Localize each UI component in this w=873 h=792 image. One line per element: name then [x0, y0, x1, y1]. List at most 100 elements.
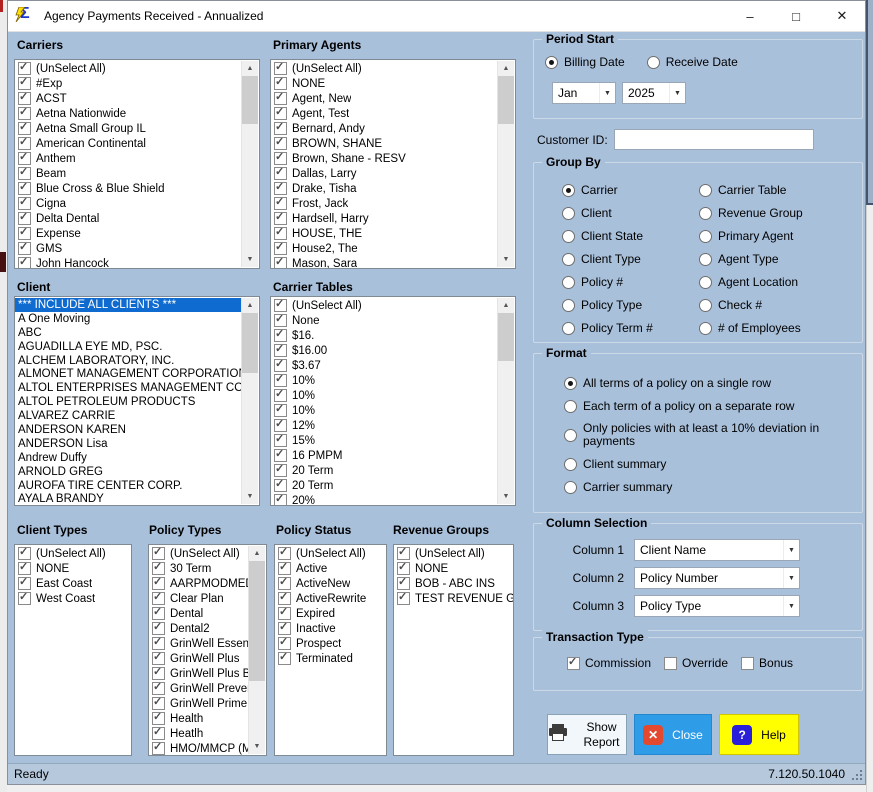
- checklist-item[interactable]: ✓Active: [275, 561, 386, 576]
- checkbox-icon[interactable]: ✓: [278, 577, 291, 590]
- checkbox-icon[interactable]: ✓: [278, 562, 291, 575]
- scrollbar-thumb[interactable]: [498, 76, 514, 124]
- checkbox-icon[interactable]: ✓: [274, 419, 287, 432]
- radio-icon[interactable]: [564, 377, 577, 390]
- checkbox-icon[interactable]: ✓: [278, 622, 291, 635]
- checklist-item[interactable]: ✓ActiveNew: [275, 576, 386, 591]
- radio-icon[interactable]: [562, 299, 575, 312]
- checklist-item[interactable]: ✓GrinWell Plus Bas: [149, 666, 248, 681]
- policy-status-list[interactable]: ✓(UnSelect All)✓Active✓ActiveNew✓ActiveR…: [274, 544, 387, 756]
- title-bar[interactable]: Σ Agency Payments Received - Annualized …: [8, 1, 865, 32]
- checklist-item[interactable]: ✓#Exp: [15, 76, 241, 91]
- list-item[interactable]: AYALA BRANDY: [15, 492, 241, 506]
- checklist-item[interactable]: ✓Anthem: [15, 151, 241, 166]
- checkbox-icon[interactable]: ✓: [741, 657, 754, 670]
- checklist-item[interactable]: ✓Delta Dental: [15, 211, 241, 226]
- checklist-item[interactable]: ✓HMO/MMCP (Me: [149, 741, 248, 756]
- maximize-button[interactable]: □: [773, 1, 819, 31]
- checkbox-icon[interactable]: ✓: [152, 547, 165, 560]
- checklist-item[interactable]: ✓Dental: [149, 606, 248, 621]
- checklist-item[interactable]: ✓(UnSelect All): [149, 546, 248, 561]
- checklist-item[interactable]: ✓Agent, New: [271, 91, 497, 106]
- checklist-item[interactable]: ✓GMS: [15, 241, 241, 256]
- checklist-item[interactable]: ✓HOUSE, THE: [271, 226, 497, 241]
- list-item[interactable]: ALMONET MANAGEMENT CORPORATION: [15, 367, 241, 381]
- checklist-item[interactable]: ✓20 Term: [271, 463, 497, 478]
- scroll-down-icon[interactable]: ▼: [498, 252, 514, 267]
- radio-option[interactable]: Billing Date: [545, 55, 625, 69]
- checkbox-icon[interactable]: ✓: [274, 329, 287, 342]
- checkbox-option[interactable]: ✓Commission: [567, 656, 651, 670]
- radio-option[interactable]: Policy Type: [562, 298, 653, 312]
- checkbox-icon[interactable]: ✓: [274, 359, 287, 372]
- radio-option[interactable]: Policy #: [562, 275, 653, 289]
- checkbox-icon[interactable]: ✓: [18, 562, 31, 575]
- checkbox-icon[interactable]: ✓: [18, 547, 31, 560]
- checkbox-icon[interactable]: ✓: [278, 547, 291, 560]
- checklist-item[interactable]: ✓Drake, Tisha: [271, 181, 497, 196]
- checkbox-icon[interactable]: ✓: [18, 197, 31, 210]
- list-item[interactable]: Andrew Duffy: [15, 451, 241, 465]
- checklist-item[interactable]: ✓12%: [271, 418, 497, 433]
- radio-option[interactable]: Client: [562, 206, 653, 220]
- checkbox-icon[interactable]: ✓: [397, 577, 410, 590]
- checkbox-icon[interactable]: ✓: [278, 637, 291, 650]
- checkbox-icon[interactable]: ✓: [152, 652, 165, 665]
- checklist-item[interactable]: ✓Aetna Small Group IL: [15, 121, 241, 136]
- checkbox-icon[interactable]: ✓: [152, 592, 165, 605]
- checkbox-icon[interactable]: ✓: [278, 592, 291, 605]
- checkbox-icon[interactable]: ✓: [274, 167, 287, 180]
- checklist-item[interactable]: ✓House2, The: [271, 241, 497, 256]
- checkbox-icon[interactable]: ✓: [274, 257, 287, 269]
- checklist-item[interactable]: ✓GrinWell Plus: [149, 651, 248, 666]
- client-scrollbar[interactable]: ▲ ▼: [241, 298, 258, 504]
- radio-option[interactable]: Agent Location: [699, 275, 803, 289]
- checklist-item[interactable]: ✓(UnSelect All): [271, 61, 497, 76]
- scroll-down-icon[interactable]: ▼: [249, 739, 265, 754]
- radio-icon[interactable]: [564, 458, 577, 471]
- checkbox-icon[interactable]: ✓: [274, 494, 287, 506]
- checklist-item[interactable]: ✓West Coast: [15, 591, 131, 606]
- checkbox-icon[interactable]: ✓: [274, 107, 287, 120]
- dropdown-arrow-icon[interactable]: ▼: [783, 568, 799, 588]
- checklist-item[interactable]: ✓Prospect: [275, 636, 386, 651]
- checklist-item[interactable]: ✓John Hancock: [15, 256, 241, 269]
- radio-option[interactable]: All terms of a policy on a single row: [564, 376, 852, 390]
- checkbox-icon[interactable]: ✓: [18, 227, 31, 240]
- checklist-item[interactable]: ✓Beam: [15, 166, 241, 181]
- scrollbar-thumb[interactable]: [498, 313, 514, 361]
- checklist-item[interactable]: ✓20 Term: [271, 478, 497, 493]
- checklist-item[interactable]: ✓20%: [271, 493, 497, 506]
- dropdown-arrow-icon[interactable]: ▼: [669, 83, 685, 103]
- checkbox-icon[interactable]: ✓: [274, 314, 287, 327]
- checkbox-icon[interactable]: ✓: [18, 107, 31, 120]
- resize-grip[interactable]: [850, 768, 862, 780]
- scroll-down-icon[interactable]: ▼: [242, 252, 258, 267]
- radio-option[interactable]: Only policies with at least a 10% deviat…: [564, 422, 852, 448]
- checkbox-option[interactable]: ✓Override: [664, 656, 728, 670]
- scroll-up-icon[interactable]: ▲: [498, 61, 514, 76]
- checklist-item[interactable]: ✓(UnSelect All): [394, 546, 513, 561]
- checklist-item[interactable]: ✓Terminated: [275, 651, 386, 666]
- radio-option[interactable]: # of Employees: [699, 321, 803, 335]
- checkbox-icon[interactable]: ✓: [18, 212, 31, 225]
- checklist-item[interactable]: ✓Expired: [275, 606, 386, 621]
- radio-icon[interactable]: [699, 322, 712, 335]
- checkbox-icon[interactable]: ✓: [152, 667, 165, 680]
- list-item[interactable]: ANDERSON KAREN: [15, 423, 241, 437]
- checklist-item[interactable]: ✓BOB - ABC INS: [394, 576, 513, 591]
- checkbox-icon[interactable]: ✓: [152, 637, 165, 650]
- checklist-item[interactable]: ✓10%: [271, 403, 497, 418]
- close-button[interactable]: ✕ Close: [634, 714, 712, 755]
- scrollbar-thumb[interactable]: [242, 313, 258, 373]
- checklist-item[interactable]: ✓TEST REVENUE GR: [394, 591, 513, 606]
- checklist-item[interactable]: ✓16 PMPM: [271, 448, 497, 463]
- list-item[interactable]: ARNOLD GREG: [15, 465, 241, 479]
- checklist-item[interactable]: ✓NONE: [15, 561, 131, 576]
- year-dropdown[interactable]: 2025 ▼: [622, 82, 686, 104]
- radio-option[interactable]: Client State: [562, 229, 653, 243]
- checklist-item[interactable]: ✓None: [271, 313, 497, 328]
- checklist-item[interactable]: ✓Expense: [15, 226, 241, 241]
- scrollbar-thumb[interactable]: [242, 76, 258, 124]
- radio-icon[interactable]: [562, 253, 575, 266]
